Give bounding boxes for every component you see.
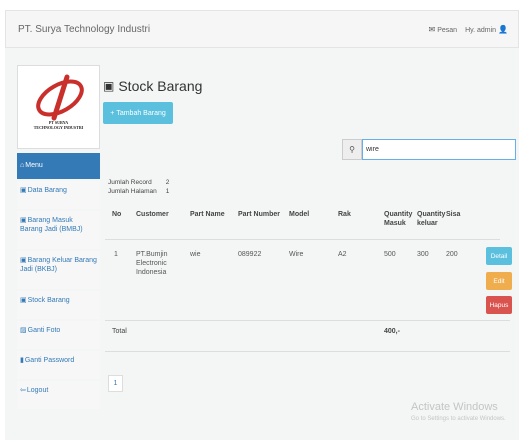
box-icon: ▣ bbox=[103, 79, 115, 93]
total-label: Total bbox=[112, 328, 127, 335]
cell-sisa: 200 bbox=[446, 251, 458, 258]
sidebar-item-label: Barang Masuk Barang Jadi (BMBJ) bbox=[20, 217, 83, 233]
pagination-page-1[interactable]: 1 bbox=[108, 375, 123, 392]
col-header-rak: Rak bbox=[338, 211, 351, 218]
cell-qty-keluar: 300 bbox=[417, 251, 429, 258]
navbar-right: ✉ Pesan Hy. admin 👤 bbox=[429, 25, 510, 34]
watermark-title: Activate Windows bbox=[411, 401, 498, 413]
record-count-value: 2 bbox=[165, 179, 170, 186]
sidebar-item-label: Ganti Password bbox=[24, 357, 75, 364]
page-count-label: Jumlah Halaman bbox=[108, 188, 157, 195]
box-icon: ▣ bbox=[20, 217, 27, 224]
table-header-divider bbox=[105, 239, 500, 240]
page-count-value: 1 bbox=[165, 188, 170, 195]
detail-button[interactable]: Detail bbox=[486, 247, 512, 265]
col-header-customer: Customer bbox=[136, 211, 169, 218]
page-title: ▣ Stock Barang bbox=[103, 78, 202, 94]
watermark-subtitle: Go to Settings to activate Windows. bbox=[411, 416, 506, 422]
message-icon: ✉ bbox=[428, 25, 436, 34]
box-icon: ▣ bbox=[20, 297, 27, 304]
col-header-qty-keluar: Quantity keluar bbox=[417, 211, 446, 227]
logout-icon: ⇦ bbox=[20, 387, 26, 394]
cell-no: 1 bbox=[114, 251, 118, 258]
col-header-no: No bbox=[112, 211, 122, 218]
sidebar-item-logout[interactable]: ⇦Logout bbox=[17, 381, 100, 409]
image-icon: ▨ bbox=[20, 327, 27, 334]
col-header-qty-masuk: Quantity Masuk bbox=[384, 211, 413, 227]
sidebar-item-label: Stock Barang bbox=[27, 297, 70, 304]
top-navbar: PT. Surya Technology Industri ✉ Pesan Hy.… bbox=[5, 10, 519, 48]
sidebar-item-data-barang[interactable]: ▣Data Barang bbox=[17, 181, 100, 209]
record-info: Jumlah Record 2 Jumlah Halaman 1 bbox=[108, 178, 169, 196]
total-divider bbox=[105, 351, 510, 352]
plus-icon: + bbox=[110, 109, 115, 117]
sidebar-item-ganti-foto[interactable]: ▨Ganti Foto bbox=[17, 321, 100, 349]
cell-part-name: wie bbox=[190, 251, 201, 258]
col-header-model: Model bbox=[289, 211, 310, 218]
search-input[interactable] bbox=[362, 139, 516, 160]
lock-icon: ▮ bbox=[20, 357, 24, 364]
search-icon: ⚲ bbox=[342, 139, 362, 160]
cell-part-number: 089922 bbox=[238, 251, 262, 258]
user-menu[interactable]: Hy. admin 👤 bbox=[465, 25, 510, 34]
add-item-button[interactable]: + Tambah Barang bbox=[103, 102, 173, 124]
sidebar-item-barang-keluar[interactable]: ▣Barang Keluar Barang Jadi (BKBJ) bbox=[17, 251, 100, 289]
sidebar-item-menu[interactable]: ⌂Menu bbox=[17, 153, 100, 179]
sidebar-item-label: Data Barang bbox=[27, 187, 67, 194]
col-header-part-number: Part Number bbox=[238, 211, 281, 218]
messages-label: Pesan bbox=[437, 27, 458, 34]
box-icon: ▣ bbox=[20, 187, 27, 194]
user-icon: 👤 bbox=[498, 25, 508, 34]
cell-qty-masuk: 500 bbox=[384, 251, 396, 258]
cell-model: Wire bbox=[289, 251, 304, 258]
sidebar-item-label: Ganti Foto bbox=[27, 327, 61, 334]
sidebar-item-ganti-password[interactable]: ▮Ganti Password bbox=[17, 351, 100, 379]
company-logo: PT SURYA TECHNOLOGY INDUSTRI bbox=[17, 65, 100, 149]
logo-emblem-icon bbox=[36, 74, 84, 121]
add-item-label: Tambah Barang bbox=[116, 109, 166, 117]
search-group: ⚲ bbox=[342, 139, 516, 160]
delete-button[interactable]: Hapus bbox=[486, 296, 512, 314]
total-value: 400,- bbox=[384, 328, 400, 335]
home-icon: ⌂ bbox=[20, 162, 25, 169]
edit-button[interactable]: Edit bbox=[486, 272, 512, 290]
table-footer-divider bbox=[105, 320, 510, 321]
activate-windows-watermark: Activate Windows Go to Settings to activ… bbox=[411, 401, 506, 422]
cell-rak: A2 bbox=[338, 251, 347, 258]
record-count-label: Jumlah Record bbox=[108, 179, 152, 186]
sidebar-item-label: Barang Keluar Barang Jadi (BKBJ) bbox=[20, 257, 97, 273]
sidebar-item-label: Menu bbox=[25, 162, 43, 169]
brand-title[interactable]: PT. Surya Technology Industri bbox=[18, 24, 150, 35]
cell-customer: PT.Bumjin Electronic Indonesia bbox=[136, 251, 168, 276]
sidebar-item-stock-barang[interactable]: ▣Stock Barang bbox=[17, 291, 100, 319]
sidebar-item-label: Logout bbox=[26, 387, 49, 394]
sidebar: ⌂Menu ▣Data Barang ▣Barang Masuk Barang … bbox=[17, 153, 100, 411]
logo-text: PT SURYA TECHNOLOGY INDUSTRI bbox=[33, 120, 84, 130]
sidebar-item-barang-masuk[interactable]: ▣Barang Masuk Barang Jadi (BMBJ) bbox=[17, 211, 100, 249]
greeting-label: Hy. admin bbox=[465, 27, 497, 34]
col-header-part-name: Part Name bbox=[190, 211, 225, 218]
messages-link[interactable]: ✉ Pesan bbox=[429, 25, 458, 34]
page-title-text: Stock Barang bbox=[118, 78, 203, 94]
col-header-sisa: Sisa bbox=[446, 211, 461, 218]
box-icon: ▣ bbox=[20, 257, 27, 264]
